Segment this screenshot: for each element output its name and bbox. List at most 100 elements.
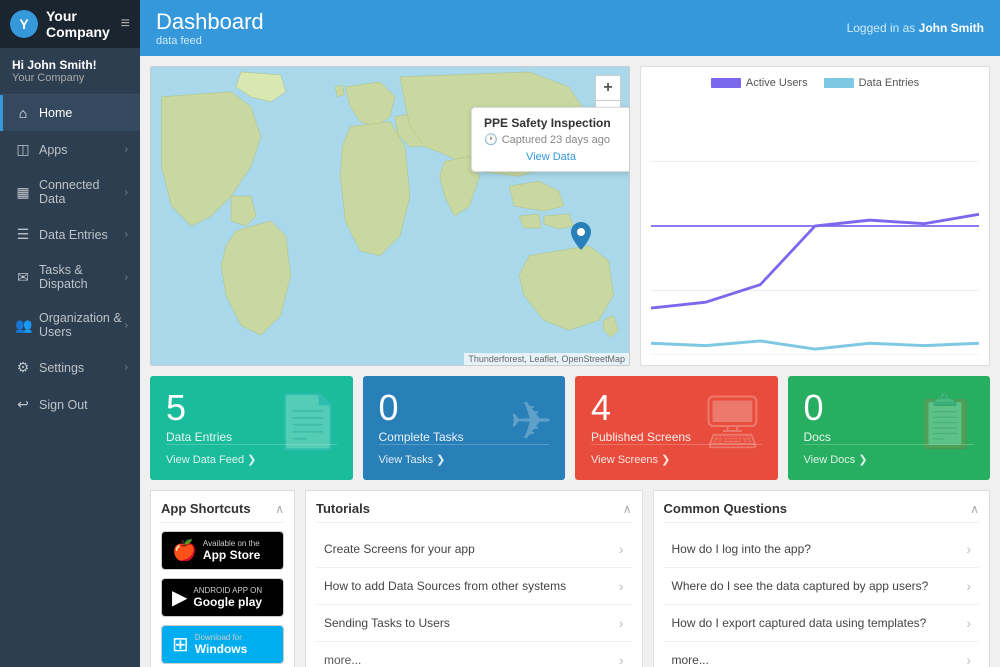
stat-link-screens[interactable]: View Screens ❯ [591,444,762,466]
tasks-icon-bg: ✈ [509,392,553,452]
main-content: Dashboard data feed Logged in as John Sm… [140,0,1000,667]
windows-title: Windows [195,642,248,656]
legend-active-users: Active Users [711,77,808,89]
stat-link-tasks[interactable]: View Tasks ❯ [379,444,550,466]
sidebar: Y Your Company ≡ Hi John Smith! Your Com… [0,0,140,667]
windows-icon: ⊞ [172,632,189,657]
logged-in-text: Logged in as [847,21,916,35]
sidebar-item-connected-data[interactable]: ▦ Connected Data › [0,168,140,216]
sidebar-item-data-entries[interactable]: ☰ Data Entries › [0,216,140,253]
tutorial-arrow-more: › [619,652,624,667]
chart-legend: Active Users Data Entries [651,77,979,89]
tutorial-arrow-1: › [619,578,624,594]
data-entries-icon: ☰ [15,226,31,243]
question-item-0[interactable]: How do I log into the app? › [664,531,980,568]
clock-icon: 🕐 [484,133,498,146]
sidebar-label-tasks: Tasks & Dispatch [39,263,125,291]
sidebar-label-home: Home [39,106,128,120]
chevron-right-icon: › [125,229,128,240]
question-arrow-0: › [966,541,971,557]
stats-row: 5 Data Entries 📄 View Data Feed ❯ 0 Comp… [150,376,990,480]
zoom-in-button[interactable]: + [596,76,620,100]
sidebar-navigation: ⌂ Home ◫ Apps › ▦ Connected Data › ☰ Dat… [0,95,140,667]
chevron-right-icon: › [125,187,128,198]
settings-icon: ⚙ [15,359,31,376]
sidebar-item-apps[interactable]: ◫ Apps › [0,131,140,168]
top-row: + − PPE Safety Inspection 🕐 C [150,66,990,366]
sidebar-item-org-users[interactable]: 👥 Organization & Users › [0,301,140,349]
data-entries-label: Data Entries [859,77,920,89]
tutorial-label-1: How to add Data Sources from other syste… [324,579,566,593]
tutorial-item-more[interactable]: more... › [316,642,632,667]
chevron-right-icon: › [125,144,128,155]
user-company: Your Company [12,72,128,84]
tutorial-arrow-2: › [619,615,624,631]
data-entries-color [824,78,854,88]
question-label-2: How do I export captured data using temp… [672,616,927,630]
chevron-right-icon: › [125,320,128,331]
logged-in-username: John Smith [919,21,984,35]
tutorial-item-0[interactable]: Create Screens for your app › [316,531,632,568]
chevron-right-icon: › [125,272,128,283]
active-users-color [711,78,741,88]
tutorials-title: Tutorials [316,501,370,516]
tutorial-item-2[interactable]: Sending Tasks to Users › [316,605,632,642]
sidebar-header: Y Your Company ≡ [0,0,140,48]
sign-out-icon: ↩ [15,396,31,413]
hamburger-icon[interactable]: ≡ [121,15,130,33]
appstore-badge[interactable]: 🍎 Available on the App Store [161,531,284,570]
common-questions-header: Common Questions ∧ [664,501,980,523]
topbar: Dashboard data feed Logged in as John Sm… [140,0,1000,56]
windows-badge[interactable]: ⊞ Download for Windows [161,625,284,664]
googleplay-subtitle: ANDROID APP ON [193,586,262,595]
apple-icon: 🍎 [172,538,197,563]
appstore-title: App Store [203,548,260,562]
chevron-right-icon: › [125,362,128,373]
sidebar-user-info: Hi John Smith! Your Company [0,48,140,95]
tutorial-arrow-0: › [619,541,624,557]
appstore-subtitle: Available on the [203,539,260,548]
question-arrow-2: › [966,615,971,631]
question-item-more[interactable]: more... › [664,642,980,667]
map-tooltip-view-data-link[interactable]: View Data [484,151,618,163]
sidebar-item-settings[interactable]: ⚙ Settings › [0,349,140,386]
question-item-2[interactable]: How do I export captured data using temp… [664,605,980,642]
sidebar-item-tasks-dispatch[interactable]: ✉ Tasks & Dispatch › [0,253,140,301]
question-item-1[interactable]: Where do I see the data captured by app … [664,568,980,605]
sidebar-label-connected-data: Connected Data [39,178,125,206]
tutorials-header: Tutorials ∧ [316,501,632,523]
map-tooltip-title: PPE Safety Inspection [484,116,618,130]
stat-card-tasks: 0 Complete Tasks ✈ View Tasks ❯ [363,376,566,480]
map-tooltip-time: 🕐 Captured 23 days ago [484,133,618,146]
stat-card-docs: 0 Docs 📋 View Docs ❯ [788,376,991,480]
common-questions-collapse-button[interactable]: ∧ [970,502,979,516]
map-container[interactable]: + − PPE Safety Inspection 🕐 C [150,66,630,366]
app-shortcuts-collapse-button[interactable]: ∧ [275,502,284,516]
sidebar-label-sign-out: Sign Out [39,398,128,412]
tutorials-panel: Tutorials ∧ Create Screens for your app … [305,490,643,667]
page-title: Dashboard [156,9,264,35]
stat-link-data-entries[interactable]: View Data Feed ❯ [166,444,337,466]
tutorials-collapse-button[interactable]: ∧ [623,502,632,516]
map-pin[interactable] [571,222,591,253]
sidebar-label-apps: Apps [39,143,125,157]
topbar-user-info: Logged in as John Smith [847,21,984,35]
home-icon: ⌂ [15,105,31,121]
chart-container: Active Users Data Entries [640,66,990,366]
question-more-label: more... [672,653,709,667]
sidebar-item-home[interactable]: ⌂ Home [0,95,140,131]
sidebar-item-sign-out[interactable]: ↩ Sign Out [0,386,140,423]
tutorial-item-1[interactable]: How to add Data Sources from other syste… [316,568,632,605]
googleplay-badge[interactable]: ▶ ANDROID APP ON Google play [161,578,284,617]
sidebar-label-data-entries: Data Entries [39,228,125,242]
app-shortcuts-panel: App Shortcuts ∧ 🍎 Available on the App S… [150,490,295,667]
tasks-icon: ✉ [15,269,31,286]
app-shortcuts-title: App Shortcuts [161,501,251,516]
stat-link-docs[interactable]: View Docs ❯ [804,444,975,466]
sidebar-label-settings: Settings [39,361,125,375]
common-questions-panel: Common Questions ∧ How do I log into the… [653,490,991,667]
chart-area [651,97,979,355]
topbar-left: Dashboard data feed [156,9,264,47]
sidebar-company-name: Your Company [46,8,113,40]
content-area: + − PPE Safety Inspection 🕐 C [140,56,1000,667]
